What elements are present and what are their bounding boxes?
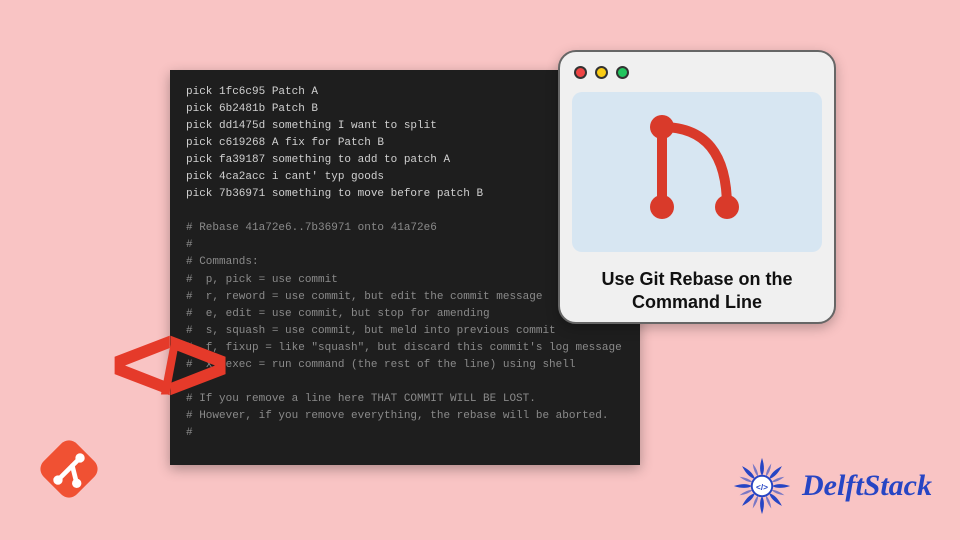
illustration-window: Use Git Rebase on the Command Line: [558, 50, 836, 324]
terminal-line: pick fa39187 something to add to patch A: [186, 154, 450, 166]
brand-badge: </> DelftStack: [730, 454, 932, 518]
window-titlebar: [560, 52, 834, 92]
traffic-light-yellow-icon: [595, 66, 608, 79]
git-icon: [30, 430, 108, 508]
terminal-line: # Rebase 41a72e6..7b36971 onto 41a72e6: [186, 222, 437, 234]
terminal-line: pick 7b36971 something to move before pa…: [186, 188, 483, 200]
window-body: [572, 92, 822, 252]
terminal-line: pick dd1475d something I want to split: [186, 120, 437, 132]
traffic-light-red-icon: [574, 66, 587, 79]
svg-text:</>: </>: [756, 482, 768, 492]
terminal-line: #: [186, 239, 193, 251]
terminal-line: # Commands:: [186, 256, 259, 268]
traffic-light-green-icon: [616, 66, 629, 79]
card-caption: Use Git Rebase on the Command Line: [560, 262, 834, 313]
terminal-line: pick c619268 A fix for Patch B: [186, 137, 384, 149]
brand-name: DelftStack: [802, 469, 932, 503]
terminal-line: pick 1fc6c95 Patch A: [186, 86, 318, 98]
terminal-line: pick 4ca2acc i cant' typ goods: [186, 171, 384, 183]
code-bracket-icon: </>: [110, 290, 260, 440]
mandala-icon: </>: [730, 454, 794, 518]
terminal-line: # p, pick = use commit: [186, 274, 338, 286]
branch-icon: [632, 112, 762, 232]
terminal-line: pick 6b2481b Patch B: [186, 103, 318, 115]
